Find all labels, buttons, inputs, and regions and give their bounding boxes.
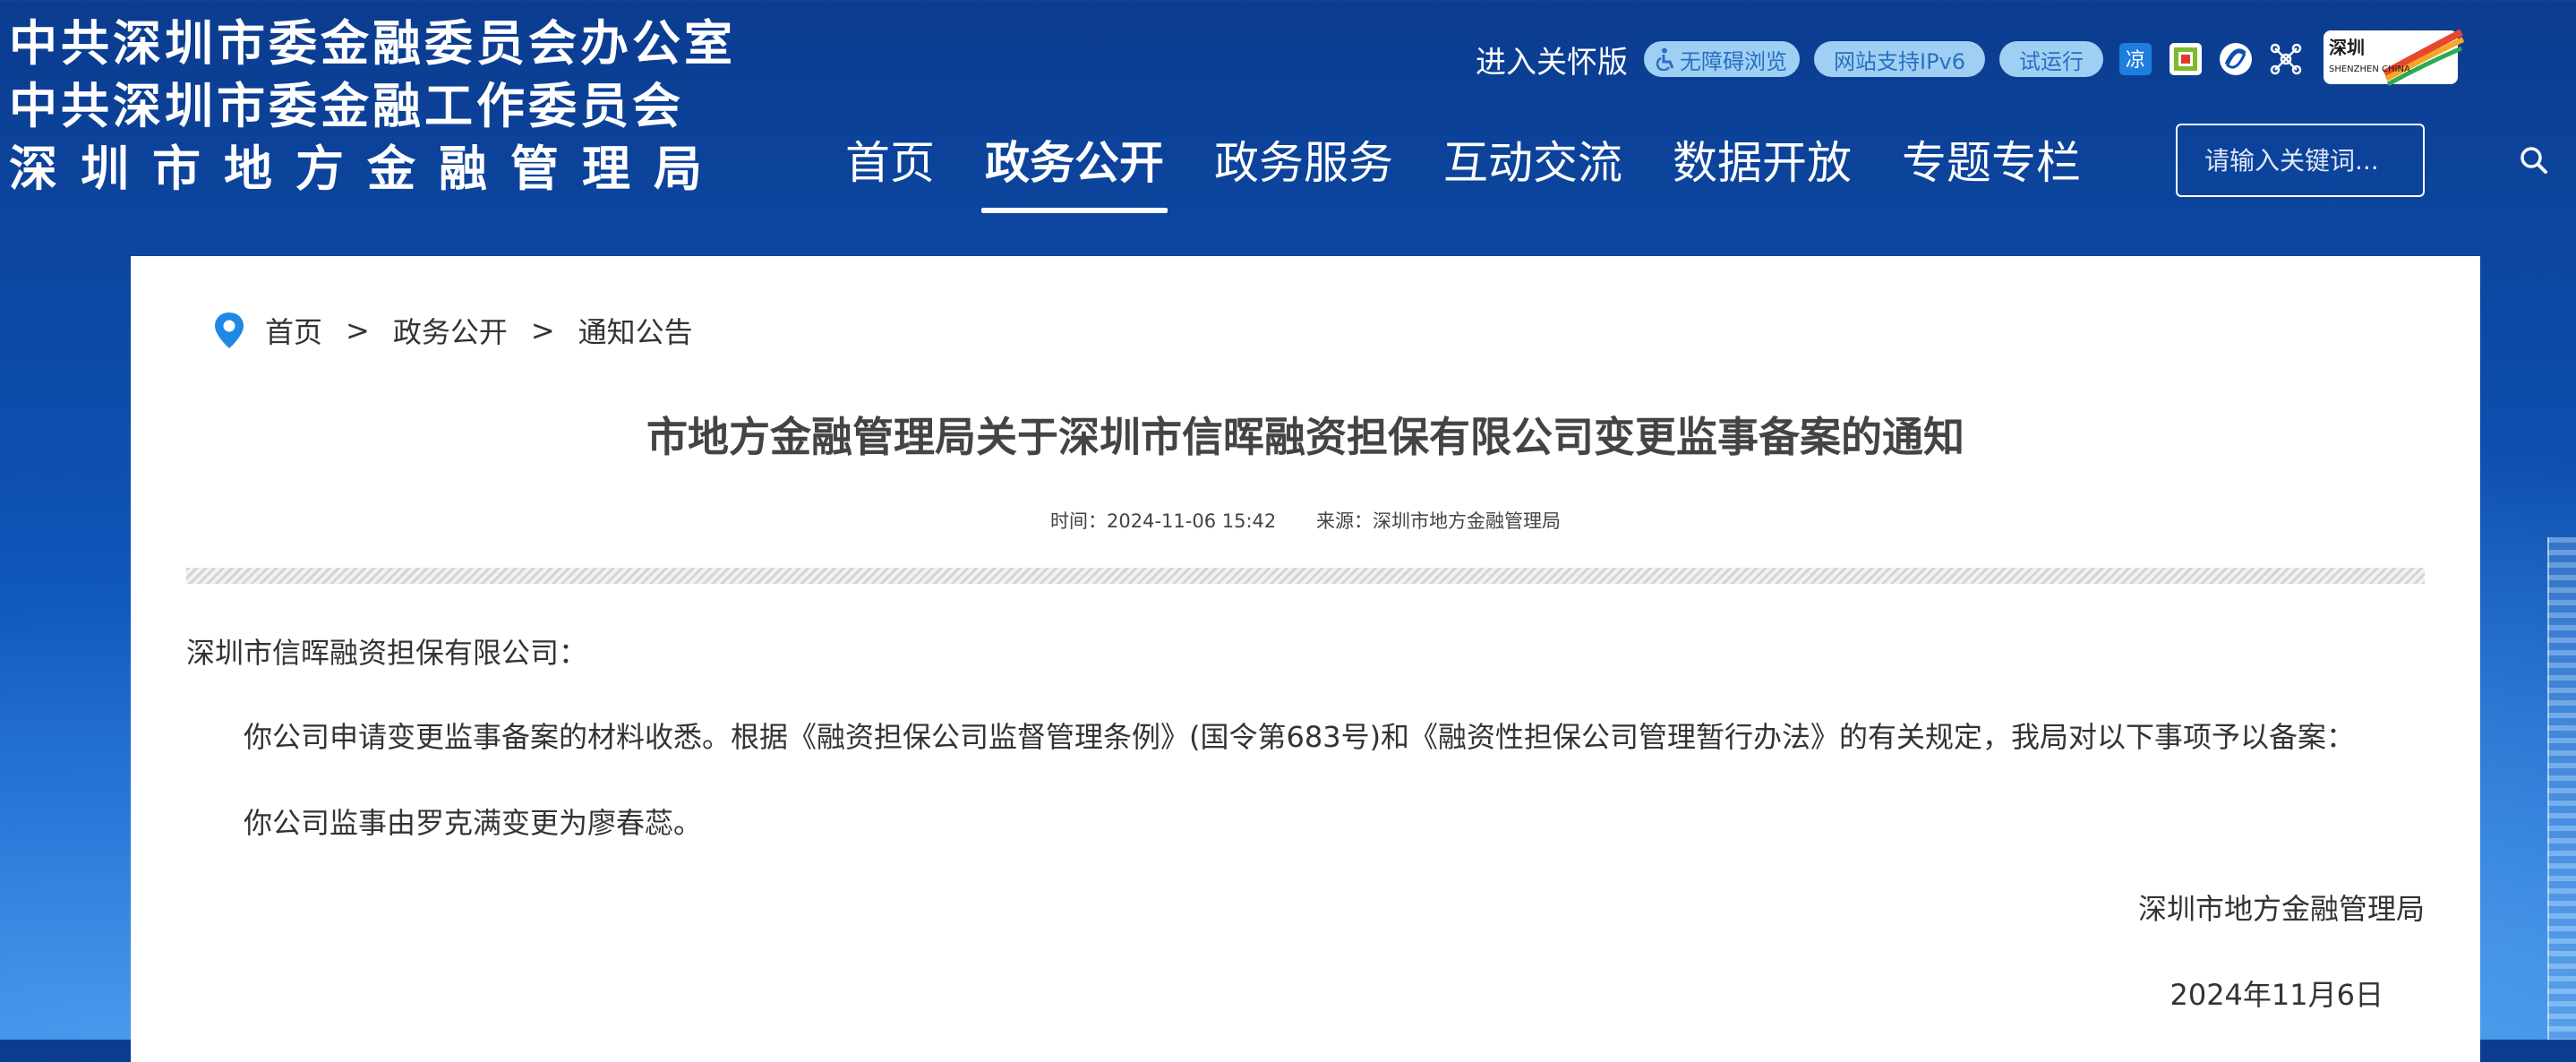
breadcrumb-separator: >	[530, 313, 555, 347]
app-icon[interactable]	[2168, 41, 2204, 77]
site-title-line-1: 中共深圳市委金融委员会办公室	[9, 15, 736, 72]
share-network-icon[interactable]	[2268, 41, 2304, 77]
breadcrumb-home[interactable]: 首页	[265, 310, 322, 351]
search-input[interactable]	[2178, 144, 2519, 176]
accessibility-label: 无障碍浏览	[1680, 48, 1787, 74]
nav-item-special-topics[interactable]: 专题专栏	[1877, 124, 2106, 213]
location-pin-icon	[215, 313, 244, 348]
search-icon	[2520, 147, 2547, 174]
site-title-line-3: 深圳市地方金融管理局	[9, 141, 725, 197]
wheelchair-icon	[1656, 47, 1674, 71]
nav-item-services[interactable]: 政务服务	[1189, 124, 1418, 213]
accessibility-button[interactable]: 无障碍浏览	[1644, 41, 1800, 77]
publish-time: 时间：2024-11-06 15:42	[1050, 510, 1277, 532]
article-date: 2024年11月6日	[2169, 978, 2383, 1012]
breadcrumb: 首页 > 政务公开 > 通知公告	[211, 310, 693, 351]
nav-item-government-affairs[interactable]: 政务公开	[960, 124, 1189, 213]
article-title: 市地方金融管理局关于深圳市信晖融资担保有限公司变更监事备案的通知	[646, 413, 1964, 461]
weibo-icon[interactable]: 凉	[2118, 41, 2153, 77]
svg-text:深圳: 深圳	[2329, 37, 2365, 58]
breadcrumb-section[interactable]: 政务公开	[393, 310, 508, 351]
article-paragraph-2: 你公司监事由罗克满变更为廖春蕊。	[244, 806, 703, 840]
site-title[interactable]: 中共深圳市委金融委员会办公室 中共深圳市委金融工作委员会 深圳市地方金融管理局	[9, 13, 736, 201]
site-title-line-2: 中共深圳市委金融工作委员会	[9, 78, 684, 134]
article-source: 来源：深圳市地方金融管理局	[1315, 510, 1561, 532]
hatched-divider	[186, 568, 2425, 584]
trial-label: 试运行	[2019, 48, 2084, 74]
trial-badge: 试运行	[1999, 41, 2104, 77]
svg-text:SHENZHEN CHINA: SHENZHEN CHINA	[2329, 64, 2410, 74]
breadcrumb-current[interactable]: 通知公告	[578, 310, 693, 351]
article-salutation: 深圳市信晖融资担保有限公司：	[186, 636, 588, 670]
nav-item-home[interactable]: 首页	[820, 124, 960, 213]
ipv6-label: 网站支持IPv6	[1834, 48, 1966, 74]
ipv6-badge: 网站支持IPv6	[1814, 41, 1986, 77]
search-box	[2176, 124, 2547, 197]
article-meta: 时间：2024-11-06 15:42 来源：深圳市地方金融管理局	[131, 507, 2480, 534]
main-navigation: 首页 政务公开 政务服务 互动交流 数据开放 专题专栏	[820, 124, 2106, 213]
search-button[interactable]	[2519, 133, 2549, 187]
breadcrumb-separator: >	[346, 313, 370, 347]
article-signature: 深圳市地方金融管理局	[2137, 892, 2425, 926]
article-container: 首页 > 政务公开 > 通知公告 市地方金融管理局关于深圳市信晖融资担保有限公司…	[131, 256, 2480, 1062]
top-utility-bar: 进入关怀版 无障碍浏览 网站支持IPv6 试运行 凉 深圳 SHENZHEN C…	[1476, 29, 2465, 87]
background-building	[2547, 537, 2576, 1040]
link-icon[interactable]	[2218, 41, 2254, 77]
nav-item-interaction[interactable]: 互动交流	[1418, 124, 1647, 213]
article-paragraph-1: 你公司申请变更监事备案的材料收悉。根据《融资担保公司监督管理条例》(国令第683…	[244, 720, 2356, 754]
shenzhen-logo: 深圳 SHENZHEN CHINA	[2322, 27, 2465, 91]
svg-text:凉: 凉	[2126, 49, 2145, 72]
nav-item-open-data[interactable]: 数据开放	[1647, 124, 1877, 213]
care-version-link[interactable]: 进入关怀版	[1476, 38, 1628, 81]
